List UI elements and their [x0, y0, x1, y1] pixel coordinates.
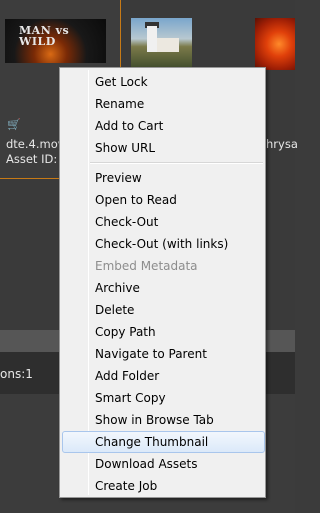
context-menu: Get Lock Rename Add to Cart Show URL Pre… — [59, 67, 266, 498]
thumbnail-title-text: MAN vs WILD — [19, 24, 70, 48]
asset-filename-3: hrysa — [266, 137, 298, 151]
lighthouse-house — [157, 38, 179, 52]
menu-item-show-in-browse-tab[interactable]: Show in Browse Tab — [62, 409, 265, 431]
asset-thumbnail-movie[interactable]: MAN vs WILD — [5, 19, 106, 63]
menu-item-preview[interactable]: Preview — [62, 167, 265, 189]
menu-item-archive[interactable]: Archive — [62, 277, 265, 299]
asset-thumbnail-lighthouse[interactable] — [131, 18, 192, 70]
menu-item-add-folder[interactable]: Add Folder — [62, 365, 265, 387]
menu-item-delete[interactable]: Delete — [62, 299, 265, 321]
menu-item-embed-metadata: Embed Metadata — [95, 259, 198, 273]
menu-item-rename[interactable]: Rename — [62, 93, 265, 115]
menu-item-show-url[interactable]: Show URL — [62, 137, 265, 159]
menu-separator — [90, 162, 263, 164]
menu-item-copy-path[interactable]: Copy Path — [62, 321, 265, 343]
menu-item-get-lock[interactable]: Get Lock — [62, 71, 265, 93]
menu-item-download-assets[interactable]: Download Assets — [62, 453, 265, 475]
lighthouse-tower — [147, 26, 157, 52]
menu-item-check-out-with-links[interactable]: Check-Out (with links) — [62, 233, 265, 255]
menu-item-check-out[interactable]: Check-Out — [62, 211, 265, 233]
asset-thumbnail-flower[interactable] — [255, 18, 295, 70]
selection-count: ons:1 — [0, 367, 33, 381]
menu-item-navigate-to-parent[interactable]: Navigate to Parent — [62, 343, 265, 365]
menu-item-change-thumbnail[interactable]: Change Thumbnail — [62, 431, 265, 453]
menu-item-create-job[interactable]: Create Job — [62, 475, 265, 497]
menu-item-add-to-cart[interactable]: Add to Cart — [62, 115, 265, 137]
asset-id-label: Asset ID: — [6, 152, 58, 166]
menu-item-smart-copy[interactable]: Smart Copy — [62, 387, 265, 409]
shopping-cart-icon[interactable]: 🛒 — [7, 118, 21, 131]
asset-filename: dte.4.mov — [6, 137, 65, 151]
menu-item-open-to-read[interactable]: Open to Read — [62, 189, 265, 211]
